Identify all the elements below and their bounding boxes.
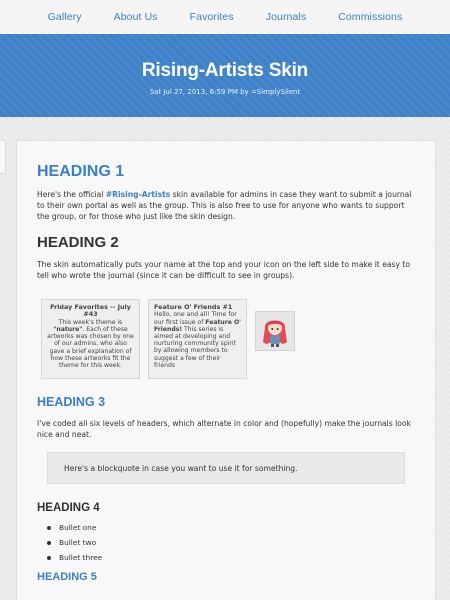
- list-item: Bullet three: [47, 550, 415, 565]
- bullet-list: Bullet one Bullet two Bullet three: [47, 520, 415, 565]
- journal-title: Rising-Artists Skin: [141, 60, 309, 81]
- list-item-text: Bullet two: [59, 538, 97, 547]
- thumb-excerpt-start: This week's theme is: [58, 318, 123, 326]
- heading-3: HEADING 3: [37, 395, 106, 409]
- heading-1: HEADING 1: [37, 163, 125, 180]
- bullet-icon: [47, 540, 51, 545]
- nav-gallery[interactable]: Gallery: [43, 11, 87, 23]
- intro-paragraph: Here's the official #Rising-Artists skin…: [37, 189, 415, 222]
- list-item-text: Bullet one: [59, 523, 97, 532]
- skin-description-paragraph: The skin automatically puts your name at…: [37, 260, 411, 280]
- journal-content: HEADING 1 Here's the official #Rising-Ar…: [16, 140, 436, 600]
- list-item: Bullet one: [47, 520, 415, 535]
- thumb-title: Feature O' Friends #1: [154, 303, 233, 311]
- thumb-excerpt: Hello, one and all! Time for our first i…: [154, 311, 241, 369]
- journal-thumb-feature-o-friends[interactable]: Feature O' Friends #1 Hello, one and all…: [148, 299, 247, 379]
- side-tab: [0, 140, 6, 174]
- nav-commissions[interactable]: Commissions: [333, 11, 407, 23]
- chibi-avatar-icon[interactable]: [255, 311, 295, 351]
- thumb-excerpt: This week's theme is "nature". Each of t…: [47, 319, 134, 369]
- thumb-title: Friday Favorites -- July #43: [50, 303, 131, 319]
- journal-meta: Sat Jul 27, 2013, 6:59 PM by =SimplySile…: [149, 88, 301, 96]
- bullet-icon: [47, 555, 51, 560]
- heading-4: HEADING 4: [37, 502, 100, 514]
- heading-2: HEADING 2: [37, 234, 119, 251]
- heading-5: HEADING 5: [37, 571, 97, 583]
- journal-thumb-friday-favorites[interactable]: Friday Favorites -- July #43 This week's…: [41, 299, 140, 379]
- thumb-excerpt-end: This series is aimed at developing and n…: [154, 325, 236, 369]
- journal-banner: Rising-Artists Skin Sat Jul 27, 2013, 6:…: [0, 34, 450, 117]
- nav-journals[interactable]: Journals: [261, 11, 312, 23]
- nav-about-us[interactable]: About Us: [109, 11, 163, 23]
- chibi-avatar-icon-graphic: [263, 320, 287, 347]
- group-link[interactable]: #Rising-Artists: [106, 190, 170, 199]
- bullet-icon: [47, 525, 51, 530]
- intro-text-start: Here's the official: [37, 190, 106, 199]
- thumb-excerpt-end: . Each of these artworks was chosen by o…: [47, 326, 134, 370]
- nav-favorites[interactable]: Favorites: [185, 11, 239, 23]
- list-item-text: Bullet three: [59, 553, 103, 562]
- list-item: Bullet two: [47, 535, 415, 550]
- thumb-excerpt-bold: "nature": [53, 326, 83, 334]
- blockquote: Here's a blockquote in case you want to …: [47, 452, 405, 484]
- journal-thumbnails: Friday Favorites -- July #43 This week's…: [41, 299, 415, 381]
- top-navigation: Gallery About Us Favorites Journals Comm…: [0, 0, 450, 34]
- headers-paragraph: I've coded all six levels of headers, wh…: [37, 419, 411, 439]
